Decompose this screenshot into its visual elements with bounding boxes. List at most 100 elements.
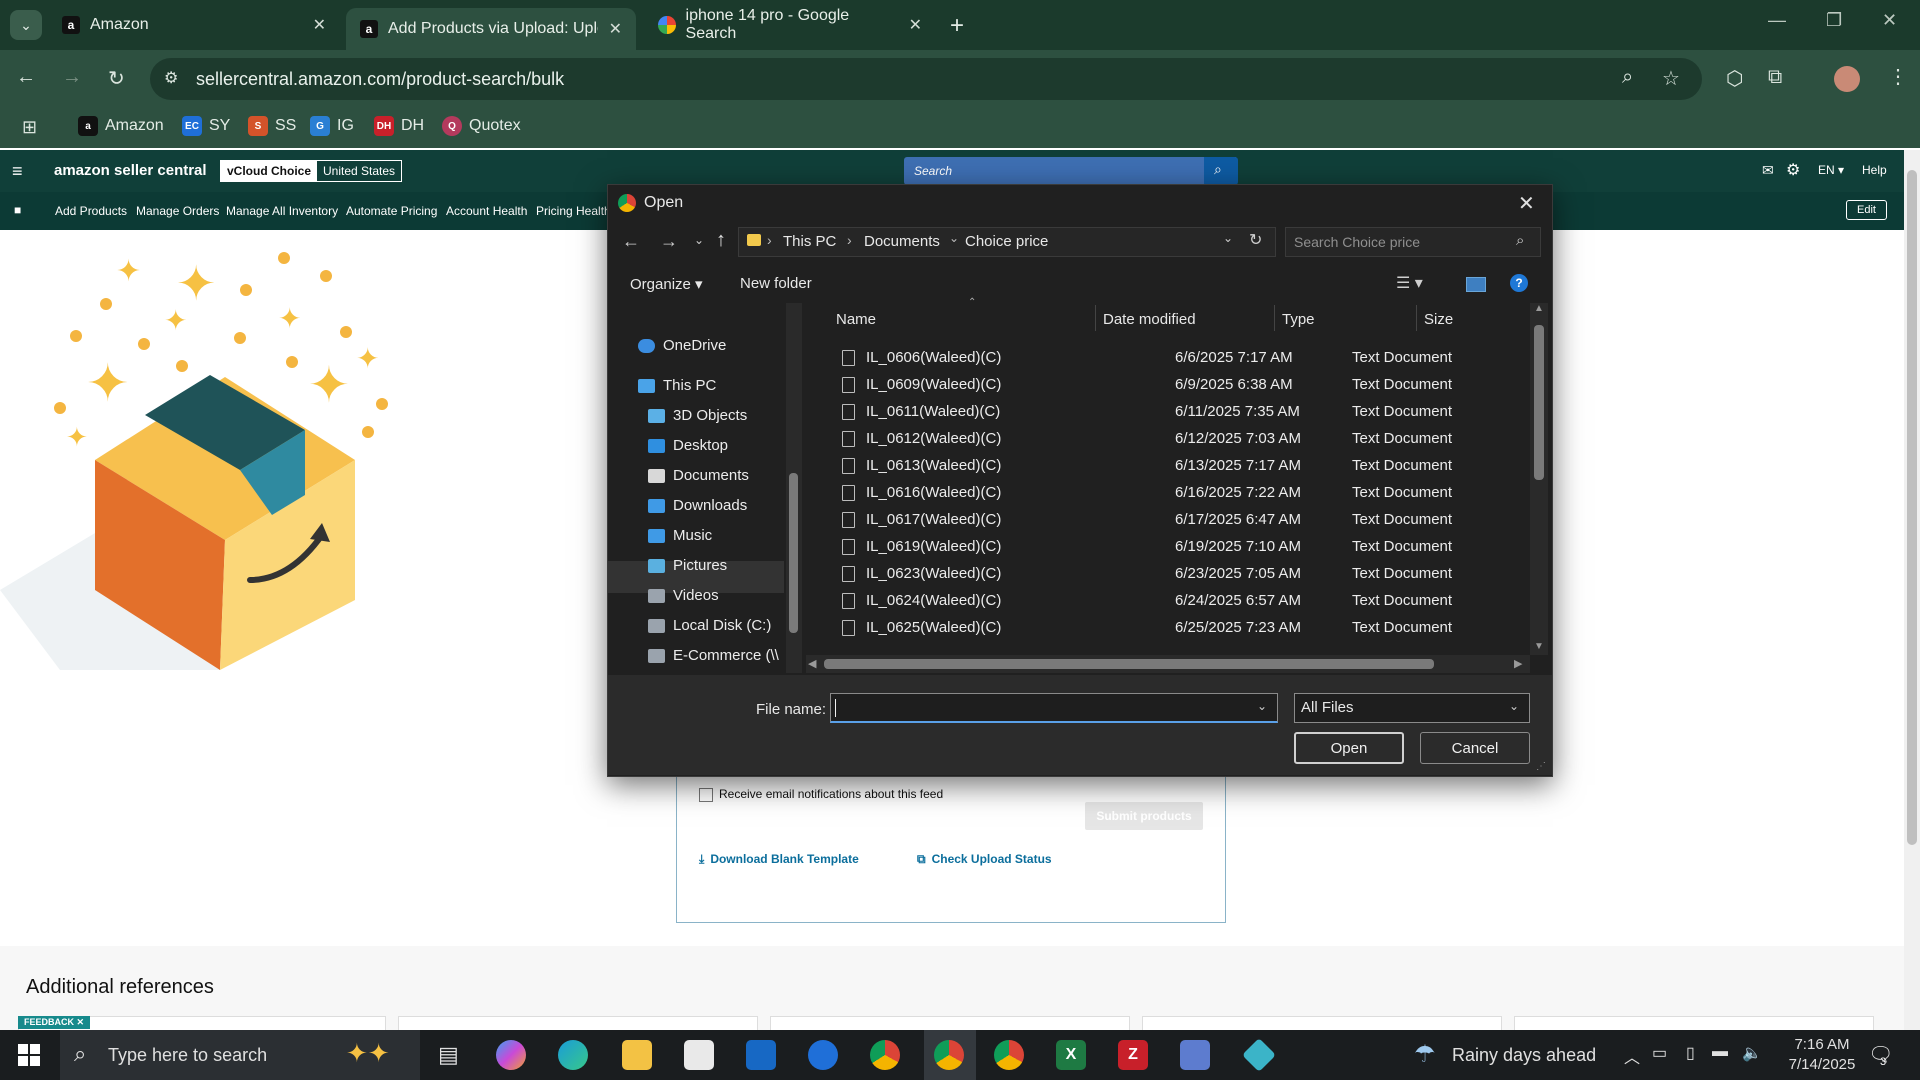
battery-icon[interactable]: ▬ — [1712, 1043, 1728, 1061]
file-list-scroll-thumb[interactable] — [1534, 325, 1544, 480]
file-list-vscrollbar[interactable]: ▲ ▼ — [1530, 303, 1548, 655]
copilot-sparkle-icon[interactable]: ✦✦ — [346, 1038, 390, 1069]
nav-add-products[interactable]: Add Products — [55, 204, 127, 218]
store-selector[interactable]: vCloud Choice United States — [220, 160, 403, 182]
check-status-link[interactable]: ⧉ Check Upload Status — [917, 852, 1052, 867]
file-row[interactable]: IL_0613(Waleed)(C) 6/13/2025 7:17 AM Text … — [830, 452, 1550, 479]
file-row[interactable]: IL_0623(Waleed)(C) 6/23/2025 7:05 AM Text … — [830, 560, 1550, 587]
file-row[interactable]: IL_0617(Waleed)(C) 6/17/2025 6:47 AM Text … — [830, 506, 1550, 533]
volume-muted-icon[interactable]: 🔈 — [1742, 1043, 1762, 1063]
download-template-link[interactable]: ⤓ Download Blank Template — [699, 852, 859, 867]
chrome-profile-icon[interactable] — [994, 1040, 1024, 1070]
tab-add-products[interactable]: a Add Products via Upload: Uploa ✕ — [346, 8, 636, 50]
filezilla-icon[interactable]: Z — [1118, 1040, 1148, 1070]
site-info-icon[interactable]: ⚙ — [164, 68, 178, 88]
vpn-app-icon[interactable] — [1242, 1038, 1276, 1072]
task-view-icon[interactable]: ▤ — [438, 1042, 459, 1068]
microsoft-store-icon[interactable] — [684, 1040, 714, 1070]
file-type-select[interactable]: All Files ⌄ — [1294, 693, 1530, 723]
amazon-search-button[interactable]: ⌕ — [1204, 157, 1238, 185]
bookmark-pin-icon[interactable]: ■ — [14, 203, 21, 217]
file-explorer-icon[interactable] — [622, 1040, 652, 1070]
back-icon[interactable]: ← — [16, 66, 36, 89]
cancel-button[interactable]: Cancel — [1420, 732, 1530, 764]
tab-search-icon[interactable]: ⌄ — [10, 10, 42, 40]
file-row[interactable]: IL_0619(Waleed)(C) 6/19/2025 7:10 AM Text … — [830, 533, 1550, 560]
bookmark-ig[interactable]: G IG — [310, 116, 354, 136]
reload-icon[interactable]: ↻ — [108, 66, 125, 91]
edit-nav-button[interactable]: Edit — [1846, 200, 1887, 220]
taskbar-search-box[interactable]: ⌕ Type here to search ✦✦ — [60, 1030, 420, 1080]
copilot-app-icon[interactable] — [496, 1040, 526, 1070]
bookmark-star-icon[interactable]: ☆ — [1662, 66, 1680, 91]
hamburger-menu-icon[interactable]: ≡ — [12, 161, 23, 182]
tab-amazon[interactable]: a Amazon ✕ — [48, 8, 340, 42]
scroll-right-icon[interactable]: ▶ — [1514, 657, 1522, 670]
file-row[interactable]: IL_0624(Waleed)(C) 6/24/2025 6:57 AM Text … — [830, 587, 1550, 614]
chrome-active-icon[interactable] — [934, 1040, 964, 1070]
mail-icon[interactable]: ✉ — [1762, 162, 1774, 179]
zoom-icon[interactable]: ⌕ — [1622, 66, 1633, 89]
minimize-icon[interactable]: — — [1768, 10, 1786, 31]
weather-umbrella-icon[interactable]: ☂ — [1414, 1040, 1436, 1069]
close-tab-icon[interactable]: ✕ — [609, 19, 622, 39]
file-row[interactable]: IL_0625(Waleed)(C) 6/25/2025 7:23 AM Text … — [830, 614, 1550, 641]
extension-icon[interactable]: ⬡ — [1726, 66, 1743, 91]
menu-kebab-icon[interactable]: ⋮ — [1888, 64, 1908, 89]
address-bar[interactable]: ⚙ sellercentral.amazon.com/product-searc… — [150, 58, 1702, 100]
scroll-left-icon[interactable]: ◀ — [808, 657, 816, 670]
calculator-icon[interactable] — [1180, 1040, 1210, 1070]
scroll-down-icon[interactable]: ▼ — [1534, 641, 1544, 652]
submit-products-button[interactable]: Submit products — [1085, 802, 1203, 830]
feedback-button[interactable]: FEEDBACK ✕ — [18, 1016, 91, 1029]
show-hidden-icons-icon[interactable]: ︿ — [1624, 1044, 1640, 1068]
bookmark-ss[interactable]: S SS — [248, 116, 296, 136]
file-row[interactable]: IL_0606(Waleed)(C) 6/6/2025 7:17 AM Text D… — [830, 344, 1550, 371]
clock[interactable]: 7:16 AM 7/14/2025 — [1782, 1036, 1862, 1073]
hscroll-thumb[interactable] — [824, 659, 1434, 669]
device-icon[interactable]: ▯ — [1686, 1043, 1695, 1063]
file-row[interactable]: IL_0612(Waleed)(C) 6/12/2025 7:03 AM Text … — [830, 425, 1550, 452]
nav-account-health[interactable]: Account Health — [446, 204, 527, 218]
help-link[interactable]: Help — [1862, 163, 1887, 177]
edge-browser-icon[interactable] — [558, 1040, 588, 1070]
amazon-search-input[interactable]: Search — [904, 157, 1236, 185]
language-selector[interactable]: EN ▾ — [1818, 163, 1844, 177]
extensions-puzzle-icon[interactable]: ⧉ — [1768, 66, 1782, 89]
tab-google-search[interactable]: iphone 14 pro - Google Search ✕ — [644, 7, 936, 42]
network-icon[interactable]: ▭ — [1652, 1043, 1667, 1063]
file-row[interactable]: IL_0609(Waleed)(C) 6/9/2025 6:38 AM Text D… — [830, 371, 1550, 398]
excel-icon[interactable]: X — [1056, 1040, 1086, 1070]
file-name-dropdown-icon[interactable]: ⌄ — [1257, 699, 1267, 713]
email-notify-checkbox[interactable] — [699, 788, 713, 802]
apps-grid-icon[interactable]: ⊞ — [22, 117, 37, 138]
bookmark-quotex[interactable]: Q Quotex — [442, 116, 521, 136]
close-tab-icon[interactable]: ✕ — [909, 15, 922, 35]
bookmark-dh[interactable]: DH DH — [374, 116, 424, 136]
weather-text[interactable]: Rainy days ahead — [1452, 1045, 1596, 1066]
page-scrollbar-thumb[interactable] — [1907, 170, 1917, 845]
windows-start-icon[interactable] — [18, 1044, 40, 1066]
file-row[interactable]: IL_0611(Waleed)(C) 6/11/2025 7:35 AM Text … — [830, 398, 1550, 425]
file-list-hscrollbar[interactable]: ◀ ▶ — [806, 655, 1530, 673]
chrome-icon[interactable] — [870, 1040, 900, 1070]
nav-pricing-health[interactable]: Pricing Health — [536, 204, 611, 218]
scroll-up-icon[interactable]: ▲ — [1534, 303, 1544, 314]
forward-icon[interactable]: → — [62, 66, 82, 89]
url-text[interactable]: sellercentral.amazon.com/product-search/… — [196, 69, 564, 90]
nav-automate-pricing[interactable]: Automate Pricing — [346, 204, 437, 218]
restore-icon[interactable]: ❐ — [1826, 10, 1842, 31]
file-name-input[interactable]: ⌄ — [830, 693, 1278, 723]
new-tab-icon[interactable]: + — [950, 12, 964, 40]
file-row[interactable]: IL_0616(Waleed)(C) 6/16/2025 7:22 AM Text … — [830, 479, 1550, 506]
profile-avatar[interactable] — [1834, 66, 1860, 92]
nav-manage-inventory[interactable]: Manage All Inventory — [226, 204, 338, 218]
settings-gear-icon[interactable]: ⚙ — [1786, 160, 1800, 180]
nav-manage-orders[interactable]: Manage Orders — [136, 204, 219, 218]
bookmark-amazon[interactable]: a Amazon — [78, 116, 164, 136]
open-button[interactable]: Open — [1294, 732, 1404, 764]
seller-central-logo[interactable]: amazon seller central — [54, 162, 207, 179]
close-window-icon[interactable]: ✕ — [1882, 10, 1897, 31]
resize-grip-icon[interactable]: ⋰ — [1536, 761, 1546, 772]
close-tab-icon[interactable]: ✕ — [313, 15, 326, 35]
